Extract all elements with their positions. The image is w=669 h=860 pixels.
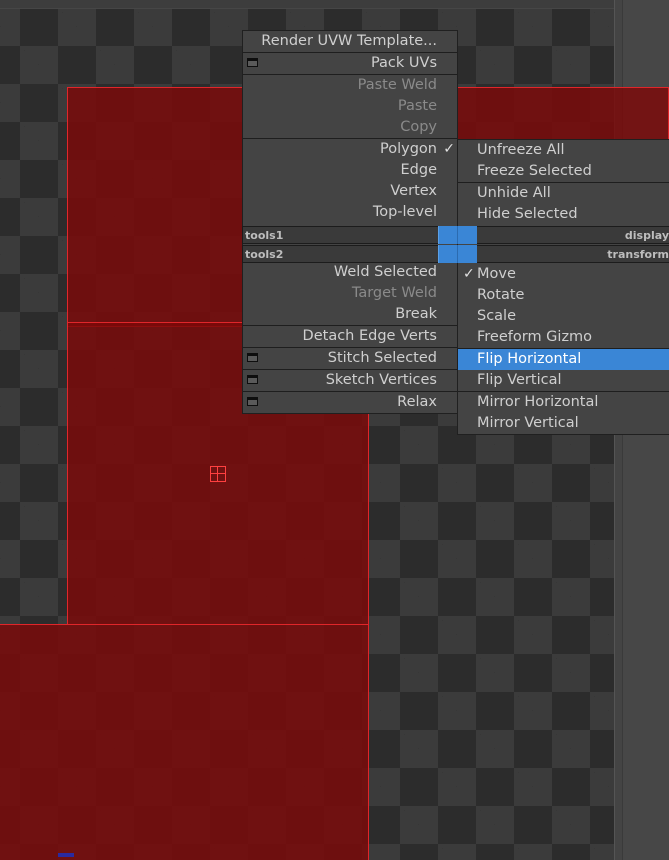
menu-item-unfreeze-all[interactable]: Unfreeze All <box>458 140 669 161</box>
menu-item-weld-selected[interactable]: Weld Selected <box>243 262 457 283</box>
menu-item-freeze-selected[interactable]: Freeze Selected <box>458 161 669 182</box>
quad-label-display: display <box>476 226 669 244</box>
menu-item-mirror-vertical[interactable]: Mirror Vertical <box>458 413 669 434</box>
menu-item-top-level[interactable]: Top-level <box>243 202 457 223</box>
menu-item-polygon[interactable]: Polygon ✓ <box>243 138 457 160</box>
menu-item-flip-vertical[interactable]: Flip Vertical <box>458 370 669 391</box>
quad-corner-lower[interactable] <box>438 245 477 263</box>
quad-corner-upper[interactable] <box>438 226 477 244</box>
menu-item-edge[interactable]: Edge <box>243 160 457 181</box>
quad-label-transform: transform <box>476 245 669 263</box>
menu-item-break[interactable]: Break <box>243 304 457 325</box>
viewport-top-border <box>0 0 620 9</box>
menu-item-freeform-gizmo[interactable]: Freeform Gizmo <box>458 327 669 348</box>
menu-item-rotate[interactable]: Rotate <box>458 285 669 306</box>
menu-item-detach-edge-verts[interactable]: Detach Edge Verts <box>243 325 457 347</box>
menu-item-move[interactable]: ✓ Move <box>458 264 669 285</box>
menu-item-paste[interactable]: Paste <box>243 96 457 117</box>
menu-item-paste-weld[interactable]: Paste Weld <box>243 74 457 96</box>
menu-item-hide-selected[interactable]: Hide Selected <box>458 204 669 225</box>
quad-label-tools2: tools2 <box>242 245 439 263</box>
menu-item-render-uvw-template[interactable]: Render UVW Template... <box>243 31 457 52</box>
vertex-marker <box>58 853 74 857</box>
menu-item-mirror-horizontal[interactable]: Mirror Horizontal <box>458 391 669 413</box>
checkmark-icon: ✓ <box>463 266 475 282</box>
quad-label-tools1: tools1 <box>242 226 439 244</box>
menu-item-relax[interactable]: Relax <box>243 391 457 413</box>
menu-item-copy[interactable]: Copy <box>243 117 457 138</box>
menu-item-target-weld[interactable]: Target Weld <box>243 283 457 304</box>
menu-item-stitch-selected[interactable]: Stitch Selected <box>243 347 457 369</box>
menu-item-flip-horizontal[interactable]: Flip Horizontal <box>458 348 669 370</box>
menu-item-vertex[interactable]: Vertex <box>243 181 457 202</box>
checkmark-icon: ✓ <box>443 141 455 157</box>
quad-menu-right: Unfreeze All Freeze Selected Unhide All … <box>457 139 669 435</box>
transform-gizmo-icon[interactable] <box>210 466 226 482</box>
menu-item-scale[interactable]: Scale <box>458 306 669 327</box>
quad-menu-left: Render UVW Template... Pack UVs Paste We… <box>242 30 458 414</box>
menu-item-pack-uvs[interactable]: Pack UVs <box>243 52 457 74</box>
uv-shell-bottom[interactable] <box>0 624 369 860</box>
menu-item-unhide-all[interactable]: Unhide All <box>458 182 669 204</box>
menu-item-sketch-vertices[interactable]: Sketch Vertices <box>243 369 457 391</box>
